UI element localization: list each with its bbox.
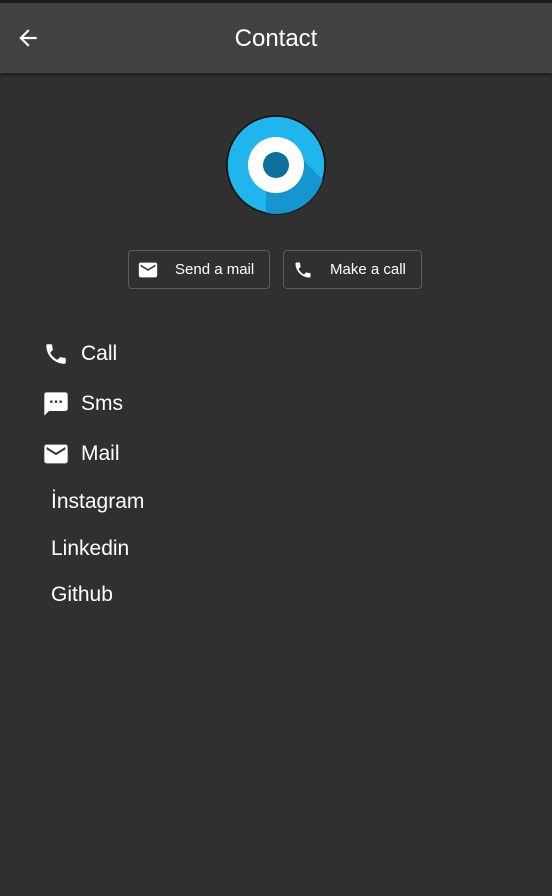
send-mail-button[interactable]: Send a mail: [128, 250, 270, 289]
app-bar: Contact: [0, 3, 552, 73]
avatar: [226, 115, 326, 215]
list-item-linkedin[interactable]: Linkedin: [0, 527, 552, 571]
send-mail-label: Send a mail: [175, 261, 255, 278]
sms-label: Sms: [81, 392, 123, 415]
instagram-label: İnstagram: [51, 490, 145, 513]
phone-icon: [42, 340, 70, 368]
list-item-call[interactable]: Call: [0, 332, 552, 376]
make-call-label: Make a call: [330, 261, 406, 278]
github-label: Github: [51, 583, 113, 606]
call-label: Call: [81, 342, 118, 365]
list-item-mail[interactable]: Mail: [0, 432, 552, 476]
action-buttons: Send a mail Make a call: [128, 250, 422, 289]
mail-label: Mail: [81, 442, 120, 465]
sms-icon: [42, 390, 70, 418]
list-item-sms[interactable]: Sms: [0, 382, 552, 426]
phone-icon: [292, 259, 314, 281]
app-logo-icon: [226, 115, 326, 215]
make-call-button[interactable]: Make a call: [283, 250, 422, 289]
mail-icon: [137, 259, 159, 281]
linkedin-label: Linkedin: [51, 537, 130, 560]
page-title: Contact: [234, 25, 318, 52]
mail-icon: [42, 440, 70, 468]
list-item-instagram[interactable]: İnstagram: [0, 480, 552, 524]
list-item-github[interactable]: Github: [0, 573, 552, 617]
